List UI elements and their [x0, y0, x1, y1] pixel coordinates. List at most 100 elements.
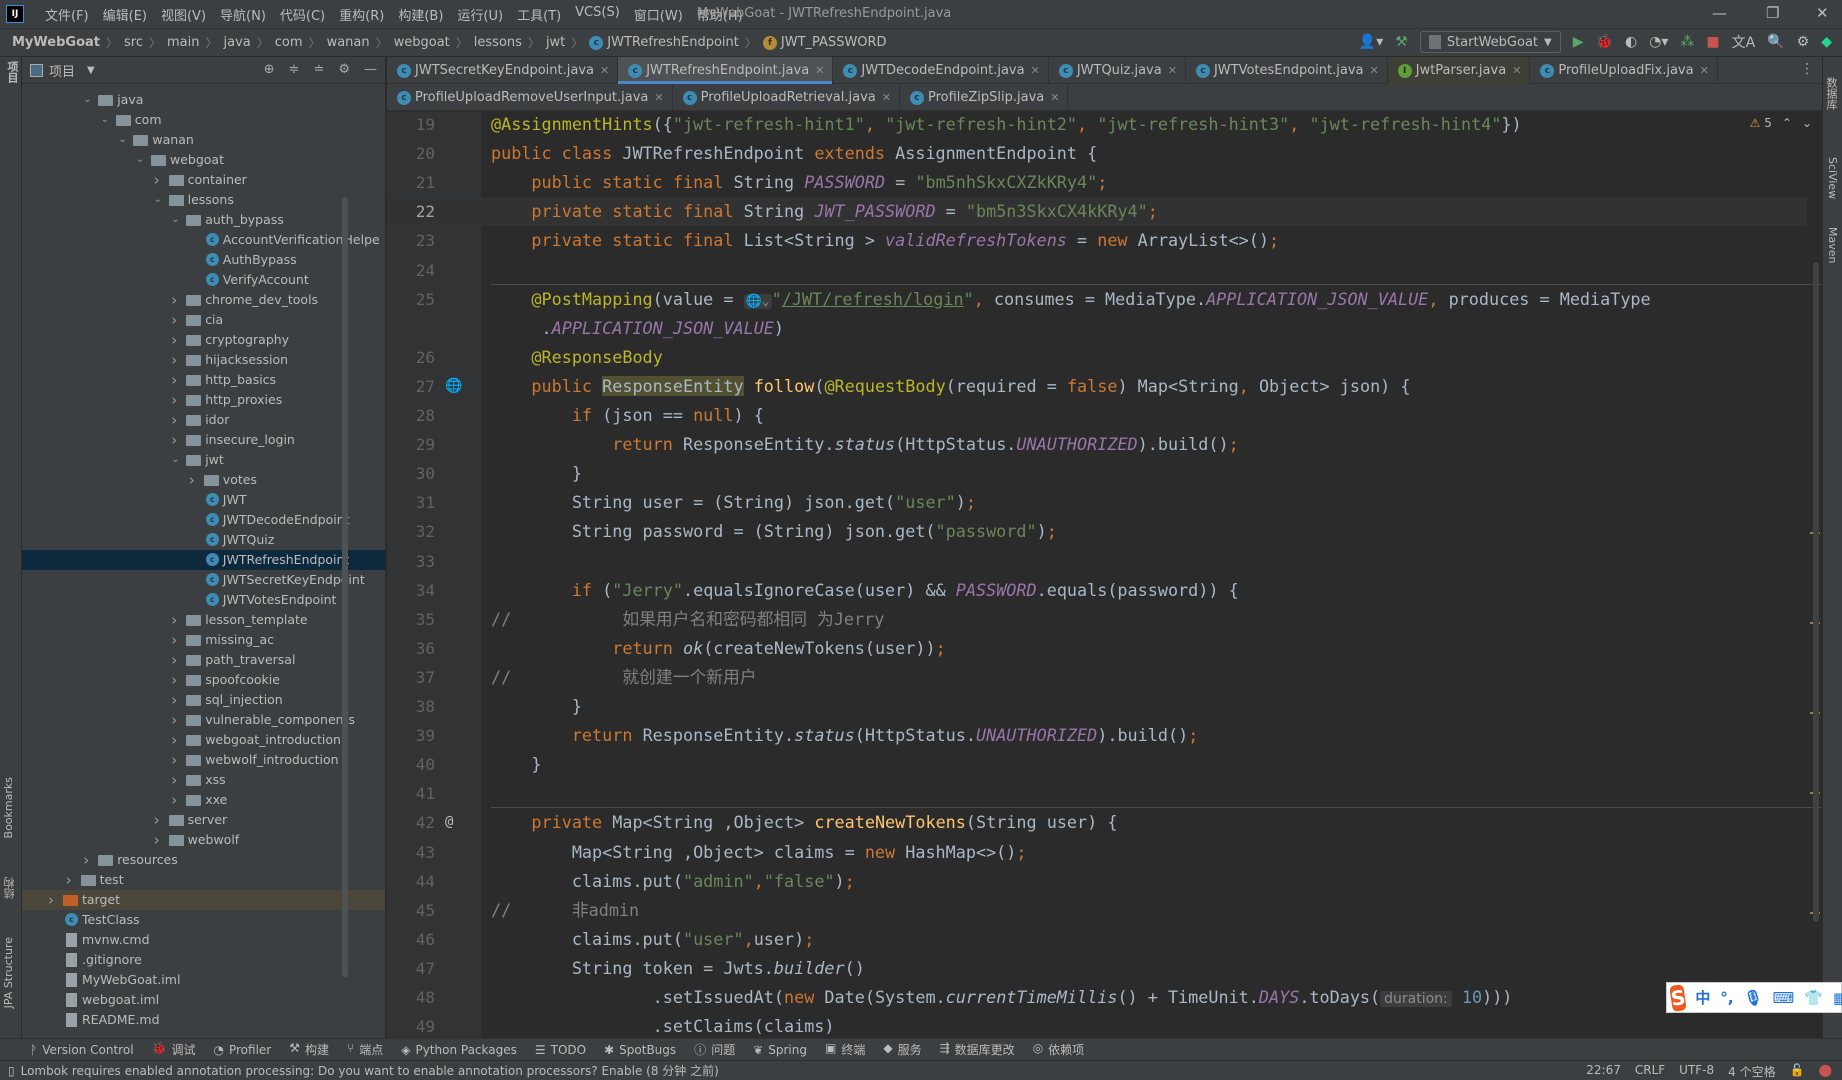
chevron-right-icon[interactable]: ›	[154, 830, 160, 850]
menu-item[interactable]: 窗口(W)	[627, 5, 690, 24]
tree-item[interactable]: README.md	[22, 1010, 385, 1030]
close-tab-icon[interactable]: ✕	[1168, 64, 1177, 77]
gear-icon[interactable]: ⚙	[338, 62, 350, 77]
code-line[interactable]: 21 public static final String PASSWORD =…	[387, 168, 1807, 197]
tree-item[interactable]: MyWebGoat.iml	[22, 970, 385, 990]
close-tab-icon[interactable]: ✕	[882, 91, 891, 104]
tree-item[interactable]: ⌄ webgoat	[22, 150, 385, 170]
tree-item[interactable]: ⌄ wanan	[22, 130, 385, 150]
code-line[interactable]: 32 String password = (String) json.get("…	[387, 517, 1807, 546]
code-line[interactable]: 28 if (json == null) {	[387, 401, 1807, 430]
tree-item[interactable]: › server	[22, 810, 385, 830]
tool-window-button[interactable]: ◔ Profiler	[214, 1043, 272, 1057]
tool-window-project[interactable]: 项目	[4, 61, 20, 83]
code-line[interactable]: 47 String token = Jwts.builder()	[387, 954, 1807, 983]
close-tab-icon[interactable]: ✕	[600, 64, 609, 77]
breadcrumb-item[interactable]: com	[275, 35, 303, 50]
project-panel-title[interactable]: 项目	[49, 61, 75, 80]
breadcrumb-item[interactable]: src	[124, 35, 143, 50]
chevron-right-icon[interactable]: ›	[48, 890, 54, 910]
code-line[interactable]: 41	[387, 779, 1807, 808]
tool-window-button[interactable]: ✱ SpotBugs	[604, 1043, 676, 1057]
code-line[interactable]: 27 🌐 public ResponseEntity follow(@Reques…	[387, 372, 1807, 401]
code-line[interactable]: 33	[387, 547, 1807, 576]
menu-item[interactable]: 文件(F)	[38, 5, 96, 24]
tool-window-database[interactable]: 数据库	[1823, 77, 1839, 110]
menu-item[interactable]: 构建(B)	[391, 5, 450, 24]
chevron-right-icon[interactable]: ›	[171, 690, 177, 710]
code-line[interactable]: 22 private static final String JWT_PASSW…	[387, 197, 1807, 227]
code-line[interactable]: 31 String user = (String) json.get("user…	[387, 488, 1807, 517]
close-button[interactable]: ✕	[1816, 4, 1829, 22]
tool-window-button[interactable]: ❦ Spring	[753, 1043, 807, 1057]
code-line[interactable]: 39 return ResponseEntity.status(HttpStat…	[387, 721, 1807, 750]
tree-item[interactable]: c JWTSecretKeyEndpoint	[22, 570, 385, 590]
tool-window-button[interactable]: ☰ TODO	[535, 1043, 586, 1057]
chevron-right-icon[interactable]: ›	[171, 370, 177, 390]
close-tab-icon[interactable]: ✕	[654, 91, 663, 104]
breadcrumb-item[interactable]: f JWT_PASSWORD	[762, 35, 887, 50]
breadcrumb-item[interactable]: MyWebGoat	[12, 35, 100, 50]
chevron-down-icon[interactable]: ⌄	[171, 210, 179, 230]
status-message[interactable]: Lombok requires enabled annotation proce…	[21, 1062, 719, 1079]
chevron-down-icon[interactable]: ▼	[87, 65, 95, 76]
chevron-right-icon[interactable]: ›	[171, 790, 177, 810]
close-tab-icon[interactable]: ✕	[1512, 64, 1521, 77]
chevron-down-icon[interactable]: ⌄	[171, 450, 179, 470]
run-icon[interactable]: ▶	[1573, 34, 1584, 50]
code-line[interactable]: 20 public class JWTRefreshEndpoint extend…	[387, 139, 1807, 168]
tree-item[interactable]: c AuthBypass	[22, 250, 385, 270]
code-line[interactable]: 38 }	[387, 692, 1807, 721]
menu-item[interactable]: VCS(S)	[568, 5, 627, 24]
more-tabs-icon[interactable]: ⋮	[1800, 61, 1814, 77]
code-editor[interactable]: 19 @AssignmentHints({"jwt-refresh-hint1",…	[387, 112, 1822, 1038]
tree-item[interactable]: › cryptography	[22, 330, 385, 350]
jetbrains-icon[interactable]: ◆	[1821, 34, 1832, 50]
close-tab-icon[interactable]: ✕	[1370, 64, 1379, 77]
tree-item[interactable]: ⌄ auth_bypass	[22, 210, 385, 230]
chevron-right-icon[interactable]: ›	[154, 810, 160, 830]
tree-item[interactable]: c JWTRefreshEndpoint	[22, 550, 385, 570]
chevron-right-icon[interactable]: ›	[171, 650, 177, 670]
chevron-right-icon[interactable]: ›	[171, 350, 177, 370]
tree-item[interactable]: › sql_injection	[22, 690, 385, 710]
breadcrumb-item[interactable]: webgoat	[394, 35, 450, 50]
tool-window-structure[interactable]: 结构	[2, 877, 18, 899]
chevron-down-icon[interactable]: ⌄	[83, 90, 91, 110]
editor-tab[interactable]: c ProfileZipSlip.java ✕	[900, 84, 1069, 111]
chevron-down-icon[interactable]: ⌄	[101, 110, 109, 130]
tree-item[interactable]: c JWT	[22, 490, 385, 510]
url-globe-hint-icon[interactable]: 🌐⌄	[743, 293, 772, 309]
chevron-right-icon[interactable]: ›	[171, 770, 177, 790]
chevron-right-icon[interactable]: ›	[171, 290, 177, 310]
minimize-button[interactable]: —	[1712, 4, 1727, 22]
tool-window-button[interactable]: ◆ 服务	[883, 1041, 921, 1058]
coverage-icon[interactable]: ◐	[1625, 34, 1637, 50]
collapse-all-icon[interactable]: ≐	[313, 62, 324, 77]
tree-item[interactable]: › insecure_login	[22, 430, 385, 450]
editor-tab[interactable]: c JWTQuiz.java ✕	[1049, 57, 1186, 84]
translate-icon[interactable]: 文A	[1732, 32, 1756, 52]
tree-item[interactable]: c JWTDecodeEndpoint	[22, 510, 385, 530]
debug-icon[interactable]: 🐞	[1596, 34, 1613, 50]
tree-item[interactable]: mvnw.cmd	[22, 930, 385, 950]
skin-shirt-icon[interactable]: 👕	[1804, 989, 1823, 1007]
tree-item[interactable]: ⌄ com	[22, 110, 385, 130]
breadcrumb-item[interactable]: java	[224, 35, 251, 50]
tree-item[interactable]: › xss	[22, 770, 385, 790]
tree-item[interactable]: › hijacksession	[22, 350, 385, 370]
tree-item[interactable]: › container	[22, 170, 385, 190]
tool-window-button[interactable]: ⚒ 构建	[289, 1041, 329, 1058]
code-line[interactable]: 23 private static final List<String > va…	[387, 226, 1807, 255]
tool-window-jpa-structure[interactable]: JPA Structure	[2, 937, 15, 1008]
indent-setting[interactable]: 4 个空格	[1728, 1063, 1775, 1080]
code-line[interactable]: 45 // 非admin	[387, 896, 1807, 925]
implemented-at-icon[interactable]: @	[445, 808, 453, 837]
code-line[interactable]: 49 .setClaims(claims)	[387, 1012, 1807, 1038]
locate-icon[interactable]: ⊕	[264, 62, 275, 77]
menu-item[interactable]: 导航(N)	[213, 5, 273, 24]
tool-window-button[interactable]: ◈ Python Packages	[401, 1043, 517, 1057]
code-line[interactable]: 37 // 就创建一个新用户	[387, 663, 1807, 692]
run-configuration-select[interactable]: StartWebGoat ▼	[1419, 31, 1561, 53]
toolbox-grid-icon[interactable]: ▦	[1833, 989, 1842, 1007]
